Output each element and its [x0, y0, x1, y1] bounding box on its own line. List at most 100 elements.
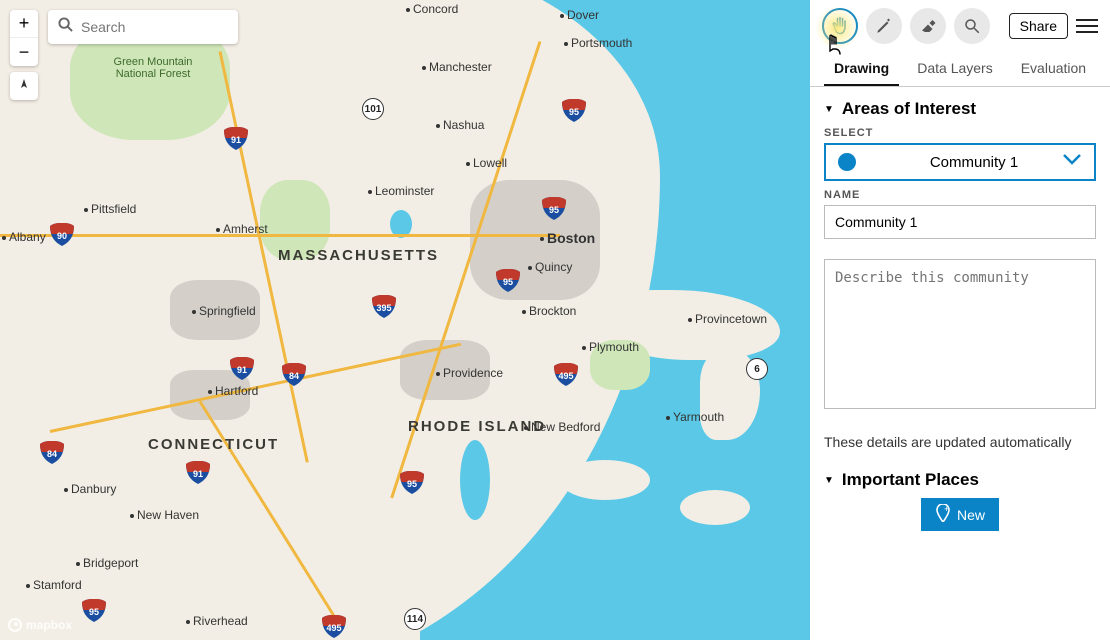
- community-color-swatch: [838, 153, 856, 171]
- mapbox-attribution-text: mapbox: [26, 618, 72, 632]
- collapse-icon: ▼: [824, 104, 834, 115]
- interstate-shield: 91: [184, 460, 212, 486]
- eraser-icon: [919, 17, 937, 35]
- long-island: [120, 590, 420, 640]
- important-places-header[interactable]: ▼ Important Places: [824, 470, 1096, 490]
- city-label: Hartford: [208, 384, 258, 398]
- autoupdate-note: These details are updated automatically: [824, 434, 1096, 450]
- community-description-textarea[interactable]: [824, 259, 1096, 409]
- city-label: Springfield: [192, 304, 256, 318]
- search-input[interactable]: [81, 19, 228, 35]
- panel-drawing: ▼ Areas of Interest SELECT Community 1 N…: [810, 87, 1110, 640]
- zoom-control: + −: [10, 10, 38, 66]
- city-label: Yarmouth: [666, 410, 724, 424]
- city-label: Bridgeport: [76, 556, 138, 570]
- share-button[interactable]: Share: [1009, 13, 1068, 39]
- city-label: Portsmouth: [564, 36, 632, 50]
- city-label: Leominster: [368, 184, 434, 198]
- nantucket: [680, 490, 750, 525]
- zoom-in-button[interactable]: +: [10, 10, 38, 38]
- community-select[interactable]: Community 1: [824, 143, 1096, 181]
- interstate-shield: 495: [552, 362, 580, 388]
- interstate-shield: 95: [80, 598, 108, 624]
- toolbar: Share: [810, 0, 1110, 48]
- search-box[interactable]: [48, 10, 238, 44]
- interstate-shield: 90: [48, 222, 76, 248]
- marthas-vineyard: [560, 460, 650, 500]
- new-place-label: New: [957, 507, 985, 523]
- inspect-tool-button[interactable]: [954, 8, 990, 44]
- interstate-shield: 95: [540, 196, 568, 222]
- city-label: Dover: [560, 8, 599, 22]
- community-select-value: Community 1: [886, 154, 1062, 171]
- map-canvas[interactable]: MASSACHUSETTSCONNECTICUTRHODE ISLANDConc…: [0, 0, 810, 640]
- tab-data-layers[interactable]: Data Layers: [907, 52, 1002, 86]
- interstate-shield: 395: [370, 294, 398, 320]
- lake: [460, 440, 490, 520]
- section-important-places: ▼ Important Places + New: [824, 470, 1096, 531]
- city-label: Boston: [540, 230, 595, 246]
- hand-icon: [830, 16, 850, 36]
- zoom-compass-group: + −: [10, 10, 38, 100]
- city-label: Danbury: [64, 482, 116, 496]
- pin-plus-icon: +: [935, 504, 951, 525]
- zoom-out-button[interactable]: −: [10, 38, 38, 66]
- pencil-icon: [875, 17, 893, 35]
- interstate-shield: 91: [222, 126, 250, 152]
- state-label: MASSACHUSETTS: [278, 247, 439, 264]
- us-route-shield: 6: [746, 358, 768, 380]
- city-label: New Bedford: [524, 420, 600, 434]
- svg-text:+: +: [944, 504, 949, 514]
- select-label: SELECT: [824, 127, 1096, 139]
- important-places-title: Important Places: [842, 470, 979, 490]
- interstate-shield: 95: [560, 98, 588, 124]
- tabs: Drawing Data Layers Evaluation: [810, 52, 1110, 87]
- city-label: Stamford: [26, 578, 82, 592]
- new-place-button[interactable]: + New: [921, 498, 999, 531]
- state-label: CONNECTICUT: [148, 436, 279, 453]
- us-route-shield: 101: [362, 98, 384, 120]
- city-label: Provincetown: [688, 312, 767, 326]
- name-label: NAME: [824, 189, 1096, 201]
- interstate-shield: 95: [398, 470, 426, 496]
- sidebar: Share Drawing Data Layers Evaluation ▼ A…: [810, 0, 1110, 640]
- community-name-input[interactable]: [824, 205, 1096, 239]
- city-label: New Haven: [130, 508, 199, 522]
- menu-button[interactable]: [1076, 15, 1098, 37]
- city-label: Nashua: [436, 118, 484, 132]
- tab-evaluation[interactable]: Evaluation: [1011, 52, 1096, 86]
- mapbox-logo-icon: [8, 618, 22, 632]
- interstate-shield: 495: [320, 614, 348, 640]
- city-label: Concord: [406, 2, 458, 16]
- city-label: Providence: [436, 366, 503, 380]
- chevron-down-icon: [1062, 153, 1082, 172]
- areas-of-interest-header[interactable]: ▼ Areas of Interest: [824, 99, 1096, 119]
- interstate-shield: 91: [228, 356, 256, 382]
- interstate-shield: 84: [280, 362, 308, 388]
- city-label: Albany: [2, 230, 46, 244]
- erase-tool-button[interactable]: [910, 8, 946, 44]
- interstate-shield: 84: [38, 440, 66, 466]
- city-label: Plymouth: [582, 340, 639, 354]
- search-icon: [58, 17, 73, 37]
- compass-icon: [17, 79, 31, 93]
- mapbox-attribution: mapbox: [8, 618, 72, 632]
- tab-drawing[interactable]: Drawing: [824, 52, 899, 86]
- city-label: Quincy: [528, 260, 572, 274]
- city-label: Amherst: [216, 222, 268, 236]
- pan-tool-button[interactable]: [822, 8, 858, 44]
- city-label: Brockton: [522, 304, 576, 318]
- collapse-icon: ▼: [824, 475, 834, 486]
- city-label: Manchester: [422, 60, 492, 74]
- city-label: Pittsfield: [84, 202, 136, 216]
- draw-tool-button[interactable]: [866, 8, 902, 44]
- reset-bearing-button[interactable]: [10, 72, 38, 100]
- map-controls: + −: [10, 10, 238, 100]
- city-label: Lowell: [466, 156, 507, 170]
- us-route-shield: 114: [404, 608, 426, 630]
- interstate-shield: 95: [494, 268, 522, 294]
- areas-of-interest-title: Areas of Interest: [842, 99, 976, 119]
- section-areas-of-interest: ▼ Areas of Interest SELECT Community 1 N…: [824, 99, 1096, 450]
- app-root: MASSACHUSETTSCONNECTICUTRHODE ISLANDConc…: [0, 0, 1110, 640]
- city-label: Riverhead: [186, 614, 248, 628]
